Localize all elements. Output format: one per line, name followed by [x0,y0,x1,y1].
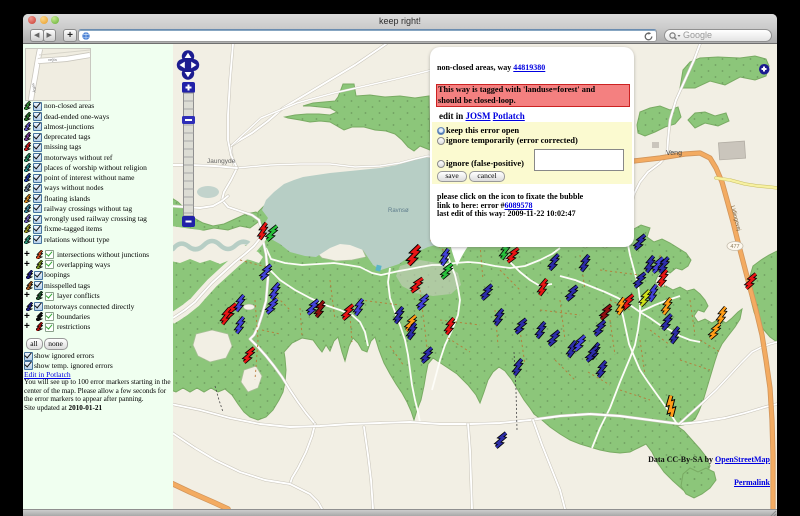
svg-text:ve]fa: ve]fa [48,57,57,62]
svg-text:477: 477 [730,244,739,250]
svg-text:Veng: Veng [666,150,682,157]
svg-text:Jaungyde: Jaungyde [207,158,236,165]
svg-text:Ravnsø: Ravnsø [388,208,409,214]
